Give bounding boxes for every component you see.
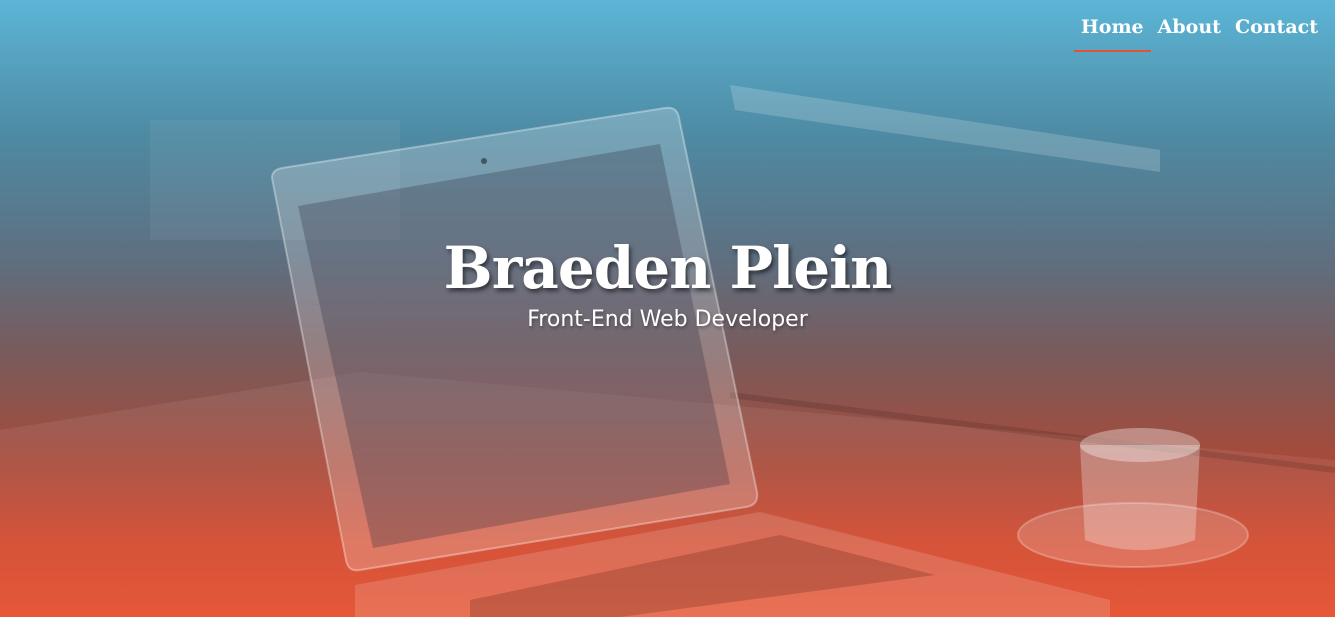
cup-rim (1080, 428, 1200, 462)
nav-about-link[interactable]: About (1151, 14, 1228, 52)
nav-contact-link[interactable]: Contact (1228, 14, 1325, 52)
site-subtitle: Front-End Web Developer (527, 307, 808, 332)
site-title: Braeden Plein (443, 234, 893, 302)
laptop-screen (298, 144, 730, 548)
main-nav: Home About Contact (1073, 14, 1325, 52)
hero-title-block: Braeden Plein Front-End Web Developer (0, 232, 1335, 334)
window-light-streak (730, 85, 1160, 172)
nav-home-link[interactable]: Home (1073, 14, 1151, 52)
laptop-camera (481, 158, 487, 164)
hero-banner: Home About Contact Braeden Plein Front-E… (0, 0, 1335, 617)
